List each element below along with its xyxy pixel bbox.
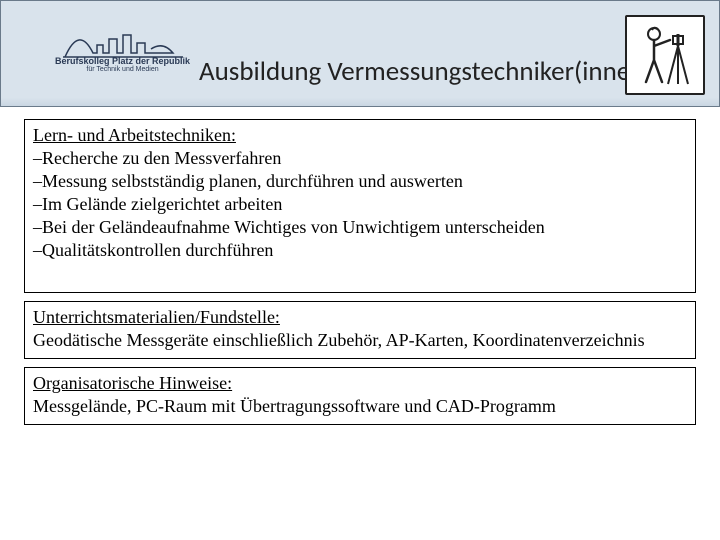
materials-body: Geodätische Messgeräte einschließlich Zu… — [33, 330, 645, 350]
techniques-box: Lern- und Arbeitstechniken: Recherche zu… — [24, 119, 696, 293]
technique-item: Messung selbstständig planen, durchführe… — [33, 170, 687, 193]
technique-item: Recherche zu den Messverfahren — [33, 147, 687, 170]
logo-subtext: für Technik und Medien — [86, 66, 158, 73]
organizational-body: Messgelände, PC-Raum mit Übertragungssof… — [33, 396, 556, 416]
page-title: Ausbildung Vermessungstechniker(innen) — [199, 55, 653, 88]
technique-item: Bei der Geländeaufnahme Wichtiges von Un… — [33, 216, 687, 239]
surveyor-icon — [625, 15, 705, 95]
school-logo: Berufskolleg Platz der Republik für Tech… — [55, 17, 190, 73]
technique-item: Qualitätskontrollen durchführen — [33, 239, 687, 262]
logo-text: Berufskolleg Platz der Republik — [55, 57, 190, 66]
organizational-heading: Organisatorische Hinweise: — [33, 373, 232, 393]
organizational-box: Organisatorische Hinweise: Messgelände, … — [24, 367, 696, 425]
content-area: Lern- und Arbeitstechniken: Recherche zu… — [0, 107, 720, 425]
materials-heading: Unterrichtsmaterialien/Fundstelle: — [33, 307, 280, 327]
techniques-heading: Lern- und Arbeitstechniken: — [33, 125, 236, 145]
skyline-logo-icon — [63, 17, 183, 59]
technique-item: Im Gelände zielgerichtet arbeiten — [33, 193, 687, 216]
slide-header: Berufskolleg Platz der Republik für Tech… — [0, 0, 720, 107]
materials-box: Unterrichtsmaterialien/Fundstelle: Geodä… — [24, 301, 696, 359]
